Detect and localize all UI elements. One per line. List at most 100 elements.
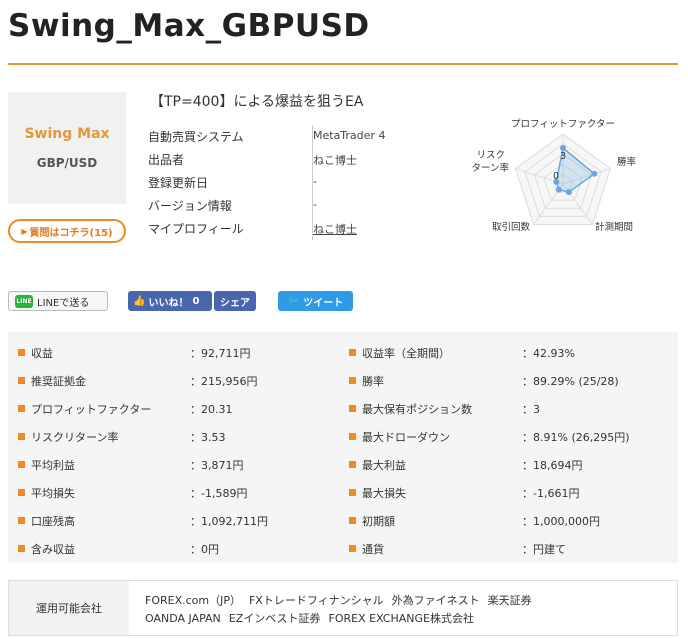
stat-label: リスクリターン率 xyxy=(31,431,119,444)
square-bullet-icon xyxy=(18,517,25,524)
square-bullet-icon xyxy=(349,489,356,496)
stat-label: 通貨 xyxy=(362,543,384,556)
info-value: MetaTrader 4 xyxy=(313,129,386,142)
stat-row: 平均利益 ：3,871円 最大利益 ：18,694円 xyxy=(8,448,678,476)
radar-tick-label: 0 xyxy=(553,171,559,182)
square-bullet-icon xyxy=(349,545,356,552)
info-row: バージョン情報 - xyxy=(148,194,448,217)
broker-name[interactable]: OANDA JAPAN xyxy=(145,612,221,625)
thumbs-up-icon: 👍 xyxy=(133,295,146,307)
line-share-label: LINEで送る xyxy=(37,297,90,309)
stat-label: 最大損失 xyxy=(362,487,406,500)
product-tagline: 【TP=400】による爆益を狙うEA xyxy=(150,94,364,110)
radar-chart: 3 0 プロフィットファクター 勝率 計測期間 取引回数 リスク ターン率 xyxy=(471,119,637,233)
stat-row: 口座残高 ：1,092,711円 初期額 ：1,000,000円 xyxy=(8,504,678,532)
info-row: マイプロフィール ねこ博士 xyxy=(148,217,448,240)
logo-line1: Swing Max xyxy=(24,126,110,142)
stat-row: 平均損失 ：-1,589円 最大損失 ：-1,661円 xyxy=(8,476,678,504)
square-bullet-icon xyxy=(18,489,25,496)
square-bullet-icon xyxy=(18,461,25,468)
radar-axis-label: 計測期間 xyxy=(595,221,633,233)
square-bullet-icon xyxy=(18,377,25,384)
product-logo: Swing Max GBP/USD xyxy=(8,92,126,204)
stat-label: 初期額 xyxy=(362,515,395,528)
question-button[interactable]: ▶ 質問はコチラ(15) xyxy=(8,219,126,243)
info-label: バージョン情報 xyxy=(148,199,232,213)
stat-value: ：8.91% (26,295円) xyxy=(522,431,630,444)
info-label: マイプロフィール xyxy=(148,222,244,236)
square-bullet-icon xyxy=(18,405,25,412)
stat-value: ：-1,589円 xyxy=(190,487,248,500)
tweet-label: ツイート xyxy=(303,297,344,309)
info-value: - xyxy=(313,175,317,188)
info-value: ねこ博士 xyxy=(313,154,357,167)
info-value: - xyxy=(313,198,317,211)
like-label: いいね！ xyxy=(148,297,189,309)
stat-label: 最大保有ポジション数 xyxy=(362,403,472,416)
info-label: 出品者 xyxy=(148,153,185,167)
radar-point xyxy=(555,186,562,193)
brokers-panel: 運用可能会社 FOREX.com（JP） FXトレードフィナンシャル 外為ファイネス… xyxy=(8,580,678,636)
line-share-button[interactable]: LINE LINEで送る xyxy=(8,291,108,311)
info-label: 自動売買システム xyxy=(148,130,244,144)
square-bullet-icon xyxy=(349,349,356,356)
twitter-icon: 🐦 xyxy=(287,295,301,307)
stat-value: ：1,000,000円 xyxy=(522,515,600,528)
logo-line2: GBP/USD xyxy=(36,156,98,170)
info-row: 登録更新日 - xyxy=(148,171,448,194)
radar-point xyxy=(565,189,572,196)
profile-link[interactable]: ねこ博士 xyxy=(313,221,357,237)
brokers-line: FOREX.com（JP） FXトレードフィナンシャル 外為ファイネスト 楽天証券 xyxy=(145,592,540,608)
square-bullet-icon xyxy=(349,461,356,468)
stats-panel: 収益 ：92,711円 収益率（全期間） ：42.93% 推奨証拠金 ：215,956円 勝… xyxy=(8,332,678,563)
line-icon: LINE xyxy=(15,294,33,308)
stat-label: 勝率 xyxy=(362,375,384,388)
square-bullet-icon xyxy=(18,349,25,356)
broker-name[interactable]: 外為ファイネスト xyxy=(392,594,480,607)
stat-label: 口座残高 xyxy=(31,515,75,528)
radar-axis-label: 取引回数 xyxy=(492,221,531,233)
stat-row: プロフィットファクター ：20.31 最大保有ポジション数 ：3 xyxy=(8,392,678,420)
stat-label: 最大利益 xyxy=(362,459,406,472)
stat-row: 収益 ：92,711円 収益率（全期間） ：42.93% xyxy=(8,336,678,364)
stat-value: ：20.31 xyxy=(190,403,233,416)
brokers-line: OANDA JAPAN EZインベスト証券 FOREX EXCHANGE株式会社 xyxy=(145,610,482,626)
stat-row: 含み収益 ：0円 通貨 ：円建て xyxy=(8,532,678,560)
stat-value: ：42.93% xyxy=(522,347,575,360)
stat-label: 平均利益 xyxy=(31,459,75,472)
tweet-button[interactable]: 🐦 ツイート xyxy=(278,291,353,311)
stat-value: ：3.53 xyxy=(190,431,226,444)
stat-label: 含み収益 xyxy=(31,543,75,556)
info-row: 自動売買システム MetaTrader 4 xyxy=(148,125,448,148)
radar-tick-label: 3 xyxy=(560,151,566,162)
triangle-right-icon: ▶ xyxy=(21,226,28,236)
stat-value: ：18,694円 xyxy=(522,459,583,472)
page-title: Swing_Max_GBPUSD xyxy=(8,8,370,44)
broker-name[interactable]: FOREX EXCHANGE株式会社 xyxy=(329,612,474,625)
stat-value: ：3,871円 xyxy=(190,459,244,472)
square-bullet-icon xyxy=(349,517,356,524)
brokers-header: 運用可能会社 xyxy=(9,581,129,635)
like-count: 0 xyxy=(192,295,200,307)
stat-label: 収益率（全期間） xyxy=(362,347,450,360)
square-bullet-icon xyxy=(349,405,356,412)
stat-row: 推奨証拠金 ：215,956円 勝率 ：89.29% (25/28) xyxy=(8,364,678,392)
broker-name[interactable]: FXトレードフィナンシャル xyxy=(249,594,384,607)
stat-label: 収益 xyxy=(31,347,53,360)
stat-value: ：215,956円 xyxy=(190,375,258,388)
radar-point xyxy=(591,170,598,177)
stat-row: リスクリターン率 ：3.53 最大ドローダウン ：8.91% (26,295円) xyxy=(8,420,678,448)
stat-label: 平均損失 xyxy=(31,487,75,500)
stat-label: 推奨証拠金 xyxy=(31,375,86,388)
broker-name[interactable]: EZインベスト証券 xyxy=(229,612,321,625)
radar-axis-label: 勝率 xyxy=(617,156,637,168)
square-bullet-icon xyxy=(18,545,25,552)
broker-name[interactable]: 楽天証券 xyxy=(488,594,532,607)
facebook-like-button[interactable]: 👍 いいね！ 0 xyxy=(128,291,212,311)
broker-name[interactable]: FOREX.com（JP） xyxy=(145,594,241,607)
info-label: 登録更新日 xyxy=(148,176,209,190)
facebook-share-button[interactable]: シェア xyxy=(214,291,256,311)
info-row: 出品者 ねこ博士 xyxy=(148,148,448,171)
stat-value: ：3 xyxy=(522,403,540,416)
square-bullet-icon xyxy=(349,433,356,440)
